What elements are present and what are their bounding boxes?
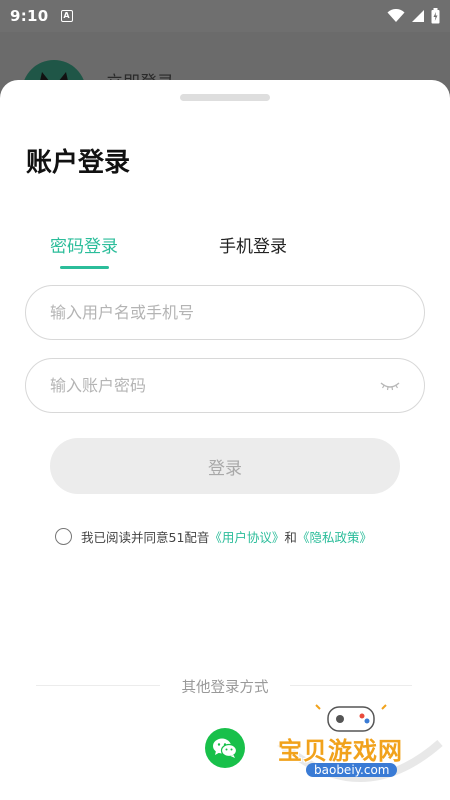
tab-indicator xyxy=(60,266,109,269)
watermark-url: baobeiy.com xyxy=(306,763,398,777)
username-field[interactable] xyxy=(25,285,425,340)
wifi-icon xyxy=(387,9,405,22)
watermark: 宝贝游戏网 baobeiy.com xyxy=(270,703,450,793)
user-agreement-link[interactable]: 《用户协议》 xyxy=(209,527,284,546)
notification-a-icon: A xyxy=(60,10,73,22)
watermark-text: 宝贝游戏网 xyxy=(278,737,403,765)
status-icons xyxy=(387,8,440,24)
wechat-icon xyxy=(213,738,238,758)
tab-password-login[interactable]: 密码登录 xyxy=(50,232,118,257)
battery-icon xyxy=(431,8,440,24)
password-input[interactable] xyxy=(50,376,372,395)
divider-right xyxy=(290,685,412,686)
status-bar: 9:10 A xyxy=(0,0,450,32)
login-button[interactable]: 登录 xyxy=(50,438,400,494)
status-time: 9:10 xyxy=(10,7,49,25)
login-sheet: 账户登录 密码登录 手机登录 登录 我已阅读并同意51配音 《用户协议》 和 《… xyxy=(0,80,450,800)
privacy-policy-link[interactable]: 《隐私政策》 xyxy=(297,527,372,546)
agreement-row: 我已阅读并同意51配音 《用户协议》 和 《隐私政策》 xyxy=(55,527,372,546)
other-login-methods-label: 其他登录方式 xyxy=(181,680,269,696)
agree-checkbox[interactable] xyxy=(55,528,72,545)
wechat-login-button[interactable] xyxy=(205,728,245,768)
password-field[interactable] xyxy=(25,358,425,413)
eye-closed-icon[interactable] xyxy=(380,380,400,392)
signal-icon xyxy=(412,10,424,22)
agreement-text: 我已阅读并同意51配音 xyxy=(81,530,210,545)
page-title: 账户登录 xyxy=(26,148,131,178)
drag-handle[interactable] xyxy=(180,94,270,101)
tab-phone-login[interactable]: 手机登录 xyxy=(219,232,287,257)
username-input[interactable] xyxy=(50,303,400,322)
agreement-conjunction: 和 xyxy=(284,530,297,545)
